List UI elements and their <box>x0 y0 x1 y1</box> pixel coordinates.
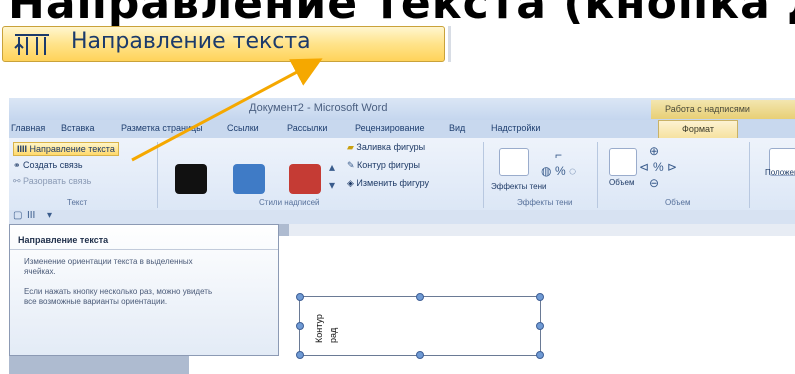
shadow-nudge-right-icon[interactable]: ◌ <box>569 164 576 178</box>
fill-icon: ▰ <box>347 142 357 152</box>
text-direction-icon <box>14 34 49 55</box>
resize-handle[interactable] <box>416 293 424 301</box>
ribbon: ΙΙΙΙ Направление текста ⚭ Создать связь … <box>9 138 795 211</box>
shadow-effects-button-label[interactable]: Эффекты тени <box>491 182 547 191</box>
text-direction-small-icon: ΙΙΙΙ <box>17 144 30 154</box>
style-swatch-red[interactable] <box>289 164 321 194</box>
resize-handle[interactable] <box>536 351 544 359</box>
text-direction-button-label: Направление текста <box>29 144 115 154</box>
break-link-button[interactable]: ⚯ Разорвать связь <box>13 176 91 187</box>
group-separator <box>157 142 158 208</box>
toolbar-separator <box>448 26 451 62</box>
tab-page-layout[interactable]: Разметка страницы <box>121 123 203 133</box>
shape-outline-label: Контур фигуры <box>357 160 420 170</box>
shadow-nudge-up-icon[interactable]: ⌐ <box>555 148 562 162</box>
tab-addins[interactable]: Надстройки <box>491 123 540 133</box>
group-separator <box>483 142 484 208</box>
text-direction-button[interactable]: ΙΙΙΙ Направление текста <box>13 142 119 156</box>
change-shape-button[interactable]: ◈ Изменить фигуру <box>347 178 429 189</box>
resize-handle[interactable] <box>296 351 304 359</box>
group-label-styles: Стили надписей <box>259 198 320 207</box>
styles-scroll-icon[interactable]: ▴ <box>329 160 335 174</box>
shape-fill-label: Заливка фигуры <box>356 142 426 152</box>
tab-home[interactable]: Главная <box>11 123 45 133</box>
create-link-label: Создать связь <box>23 160 83 170</box>
qat-dropdown-icon[interactable]: ▾ <box>47 210 52 221</box>
tilt-up-icon[interactable]: ⊕ <box>649 144 659 158</box>
new-doc-icon[interactable]: ▢ <box>13 210 22 221</box>
tooltip-text-1: Изменение ориентации текста в выделенных… <box>24 257 193 276</box>
change-shape-icon: ◈ <box>347 178 357 188</box>
resize-handle[interactable] <box>536 322 544 330</box>
style-swatch-blue[interactable] <box>233 164 265 194</box>
tooltip-divider <box>10 249 278 250</box>
ribbon-tabs: Главная Вставка Разметка страницы Ссылки… <box>9 120 795 138</box>
text-direction-qat-icon[interactable]: ΙΙΙ <box>27 210 35 221</box>
text-direction-button-zoom[interactable]: Направление текста <box>2 26 445 62</box>
resize-handle[interactable] <box>416 351 424 359</box>
text-box[interactable]: Контур рад <box>296 293 544 359</box>
tilt-left-icon[interactable]: ⊲ <box>639 160 649 174</box>
shape-outline-button[interactable]: ✎ Контур фигуры <box>347 160 420 171</box>
group-label-volume: Объем <box>665 198 691 207</box>
group-label-text: Текст <box>67 198 88 207</box>
group-separator <box>597 142 598 208</box>
textbox-text-line1: Контур <box>314 314 324 343</box>
volume-icon[interactable] <box>609 148 637 176</box>
textbox-text-line2: рад <box>328 327 338 343</box>
resize-handle[interactable] <box>296 322 304 330</box>
shadow-effects-icon[interactable] <box>499 148 529 176</box>
resize-handle[interactable] <box>536 293 544 301</box>
break-link-icon: ⚯ <box>13 176 24 186</box>
tab-mailings[interactable]: Рассылки <box>287 123 327 133</box>
tab-review[interactable]: Рецензирование <box>355 123 425 133</box>
group-separator <box>749 142 750 208</box>
tab-format[interactable]: Формат <box>658 120 738 138</box>
style-swatch-black[interactable] <box>175 164 207 194</box>
create-link-button[interactable]: ⚭ Создать связь <box>13 160 83 171</box>
volume-button-label[interactable]: Объем <box>609 178 635 187</box>
resize-handle[interactable] <box>296 293 304 301</box>
tooltip-title: Направление текста <box>18 235 109 245</box>
volume-toggle-icon[interactable]: % <box>653 160 664 174</box>
styles-more-icon[interactable]: ▾ <box>329 178 335 192</box>
tooltip-text-2: Если нажать кнопку несколько раз, можно … <box>24 287 213 306</box>
word-window: Документ2 - Microsoft Word Работа с надп… <box>9 98 795 374</box>
tab-view[interactable]: Вид <box>449 123 465 133</box>
shadow-nudge-left-icon[interactable]: ◍ <box>541 164 551 178</box>
position-button-label[interactable]: Положение <box>765 168 795 177</box>
tilt-right-icon[interactable]: ⊳ <box>667 160 677 174</box>
tooltip: Направление текста Изменение ориентации … <box>9 224 279 356</box>
slide-heading: Направление текста (кнопка для ра <box>8 0 795 26</box>
tab-references[interactable]: Ссылки <box>227 123 259 133</box>
group-label-shadow: Эффекты тени <box>517 198 573 207</box>
link-icon: ⚭ <box>13 160 24 170</box>
shadow-toggle-icon[interactable]: % <box>555 164 566 178</box>
shape-fill-button[interactable]: ▰ Заливка фигуры <box>347 142 425 153</box>
window-title: Документ2 - Microsoft Word <box>249 102 388 114</box>
quick-access-toolbar: ▢ ΙΙΙ ▾ <box>9 210 795 224</box>
break-link-label: Разорвать связь <box>23 176 92 186</box>
tab-insert[interactable]: Вставка <box>61 123 94 133</box>
text-direction-label: Направление текста <box>71 29 311 54</box>
tilt-down-icon[interactable]: ⊖ <box>649 176 659 190</box>
context-title: Работа с надписями <box>651 100 795 119</box>
change-shape-label: Изменить фигуру <box>356 178 430 188</box>
outline-icon: ✎ <box>347 160 358 170</box>
horizontal-ruler <box>289 224 795 236</box>
